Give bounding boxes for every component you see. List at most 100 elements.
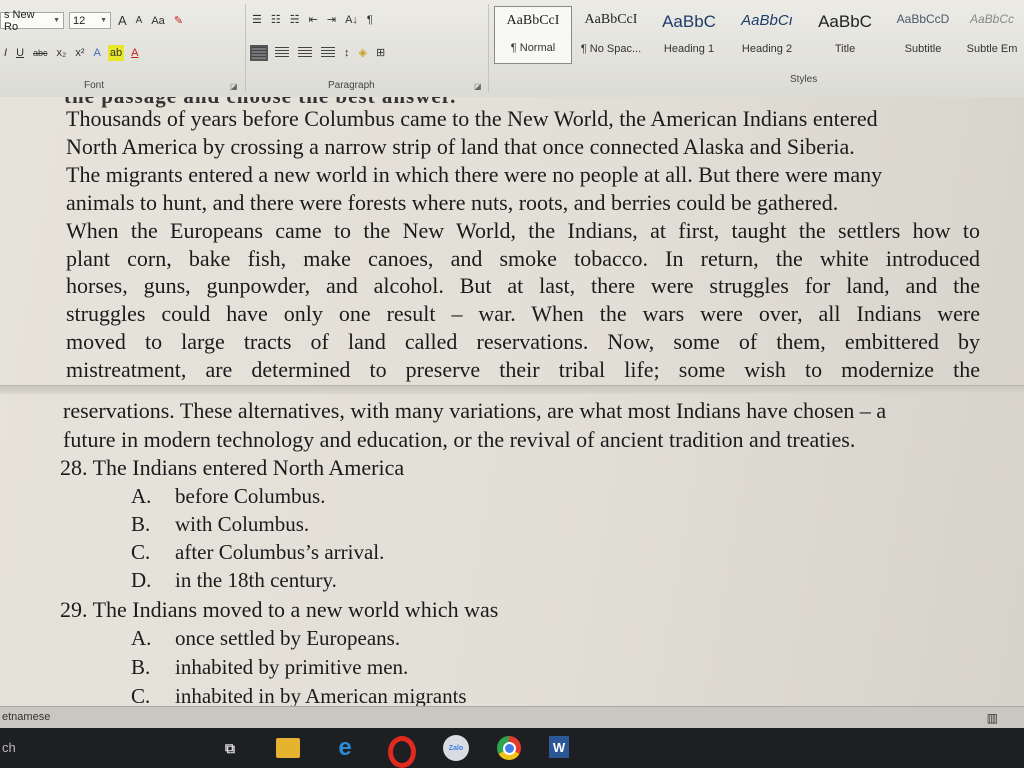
text-effects-button[interactable]: A — [91, 45, 102, 61]
option-text: once settled by Europeans. — [175, 626, 401, 650]
text-line: struggles could have only one result – w… — [66, 301, 980, 327]
text-line: When the Europeans came to the New World… — [66, 217, 980, 243]
text-line: moved to large tracts of land called res… — [66, 329, 980, 355]
strikethrough-button[interactable]: abc — [31, 45, 50, 61]
styles-group-label: Styles — [790, 74, 818, 85]
font-size-value: 12 — [73, 14, 86, 27]
option-29-a: A. once settled by Europeans. — [131, 626, 400, 651]
underline-button[interactable]: U — [14, 45, 26, 61]
style-preview: AaBbCcI — [506, 13, 560, 28]
justify-icon[interactable] — [321, 47, 335, 59]
passage-paragraph-1: Thousands of years before Columbus came … — [66, 105, 980, 384]
style-preview: AaBbCcI — [584, 12, 638, 27]
style-subtitle[interactable]: AaBbCcD Subtitle — [884, 6, 962, 64]
font-family-value: s New Ro — [4, 8, 35, 33]
option-letter: B. — [131, 655, 151, 679]
file-explorer-icon[interactable] — [276, 738, 300, 758]
option-29-b: B. inhabited by primitive men. — [131, 655, 408, 680]
font-dialog-launcher-icon[interactable]: ◪ — [230, 82, 238, 91]
chrome-icon[interactable] — [497, 736, 521, 760]
edge-icon[interactable]: e — [333, 734, 357, 761]
word-icon[interactable]: W — [549, 736, 569, 758]
increase-indent-icon[interactable]: ⇥ — [325, 12, 338, 28]
option-letter: A. — [131, 484, 152, 508]
style-name: Subtle Em — [966, 43, 1018, 55]
option-28-d: D. in the 18th century. — [131, 568, 337, 593]
chevron-down-icon: ▼ — [53, 17, 60, 24]
word-label: W — [552, 739, 566, 755]
decrease-indent-icon[interactable]: ⇤ — [307, 12, 320, 28]
font-family-dropdown[interactable]: s New Ro ▼ — [0, 9, 64, 33]
status-bar: etnamese ▥ — [0, 706, 1024, 729]
line-spacing-icon[interactable]: ↕ — [342, 45, 352, 61]
style-normal[interactable]: AaBbCcI ¶ Normal — [494, 6, 572, 64]
styles-gallery: AaBbCcI ¶ Normal AaBbCcI ¶ No Spac... Aa… — [494, 6, 1022, 64]
bullets-icon[interactable]: ☰ — [250, 12, 264, 28]
font-color-button[interactable]: A — [129, 45, 140, 61]
text-line: plant corn, bake fish, make canoes, and … — [66, 245, 980, 271]
style-title[interactable]: AaBbC Title — [806, 6, 884, 64]
option-text: after Columbus’s arrival. — [175, 540, 385, 564]
grow-font-button[interactable]: A — [116, 13, 129, 29]
zalo-label: Zalo — [448, 744, 464, 752]
group-divider — [488, 4, 489, 92]
numbering-icon[interactable]: ☷ — [269, 12, 283, 28]
style-preview: AaBbCc — [969, 12, 1015, 26]
sort-button[interactable]: A↓ — [343, 12, 360, 28]
text-line: North America by crossing a narrow strip… — [66, 133, 855, 159]
option-28-b: B. with Columbus. — [131, 512, 309, 537]
text-line: The migrants entered a new world in whic… — [66, 161, 883, 187]
show-formatting-button[interactable]: ¶ — [365, 12, 375, 28]
text-line: reservations. These alternatives, with m… — [63, 398, 887, 423]
shrink-font-button[interactable]: A — [134, 13, 145, 29]
paragraph-dialog-launcher-icon[interactable]: ◪ — [474, 82, 482, 91]
multilevel-list-icon[interactable]: ☵ — [288, 12, 302, 28]
paragraph-row-1: ☰ ☷ ☵ ⇤ ⇥ A↓ ¶ — [250, 12, 375, 28]
taskbar: ch ⧉ e Zalo W — [0, 728, 1024, 768]
align-center-icon[interactable] — [275, 47, 289, 59]
style-subtle-emphasis[interactable]: AaBbCc Subtle Em — [962, 6, 1022, 64]
text-line: horses, guns, gunpowder, and alcohol. Bu… — [66, 273, 980, 299]
option-28-c: C. after Columbus’s arrival. — [131, 540, 384, 565]
group-divider — [245, 4, 246, 92]
font-size-dropdown[interactable]: 12 ▼ — [69, 12, 111, 29]
style-no-spacing[interactable]: AaBbCcI ¶ No Spac... — [572, 6, 650, 64]
task-view-icon[interactable]: ⧉ — [218, 736, 242, 760]
style-heading-1[interactable]: AaBbC Heading 1 — [650, 6, 728, 64]
style-heading-2[interactable]: AaBbCı Heading 2 — [728, 6, 806, 64]
change-case-button[interactable]: Aa — [149, 13, 166, 29]
option-letter: D. — [131, 568, 152, 592]
option-29-c: C. inhabited in by American migrants — [131, 684, 467, 706]
document-area[interactable]: the passage and choose the best answer. … — [0, 97, 1024, 706]
style-preview: AaBbCı — [741, 12, 793, 29]
text-line: mistreatment, are determined to preserve… — [66, 357, 980, 383]
option-text: with Columbus. — [175, 512, 310, 536]
option-text: before Columbus. — [175, 484, 326, 508]
proofing-language[interactable]: etnamese — [2, 711, 50, 723]
paragraph-row-2: ↕ ◈ ⊞ — [250, 45, 387, 61]
read-mode-icon[interactable]: ▥ — [987, 711, 998, 725]
style-preview: AaBbC — [662, 12, 716, 31]
style-name: ¶ No Spac... — [580, 43, 642, 55]
option-letter: B. — [131, 512, 151, 536]
text-line: Thousands of years before Columbus came … — [66, 106, 878, 131]
align-left-icon[interactable] — [250, 45, 268, 61]
style-name: Subtitle — [904, 43, 942, 55]
text-line: future in modern technology and educatio… — [63, 426, 856, 452]
shading-icon[interactable]: ◈ — [357, 45, 369, 61]
taskbar-search-text[interactable]: ch — [2, 740, 16, 755]
italic-icon[interactable]: I — [2, 45, 9, 61]
highlight-button[interactable]: ab — [107, 45, 125, 61]
question-29-stem: 29. The Indians moved to a new world whi… — [60, 597, 499, 622]
clear-formatting-icon[interactable]: ✎ — [172, 13, 185, 29]
borders-icon[interactable]: ⊞ — [374, 45, 387, 61]
style-preview: AaBbC — [818, 12, 872, 31]
style-name: Heading 2 — [741, 43, 793, 55]
opera-icon[interactable] — [388, 736, 416, 768]
font-row-2: I U abc x₂ x² A ab A — [2, 45, 140, 61]
superscript-button[interactable]: x² — [73, 45, 86, 61]
align-right-icon[interactable] — [298, 47, 312, 59]
zalo-icon[interactable]: Zalo — [443, 735, 469, 761]
subscript-button[interactable]: x₂ — [55, 45, 69, 61]
option-letter: C. — [131, 684, 151, 706]
